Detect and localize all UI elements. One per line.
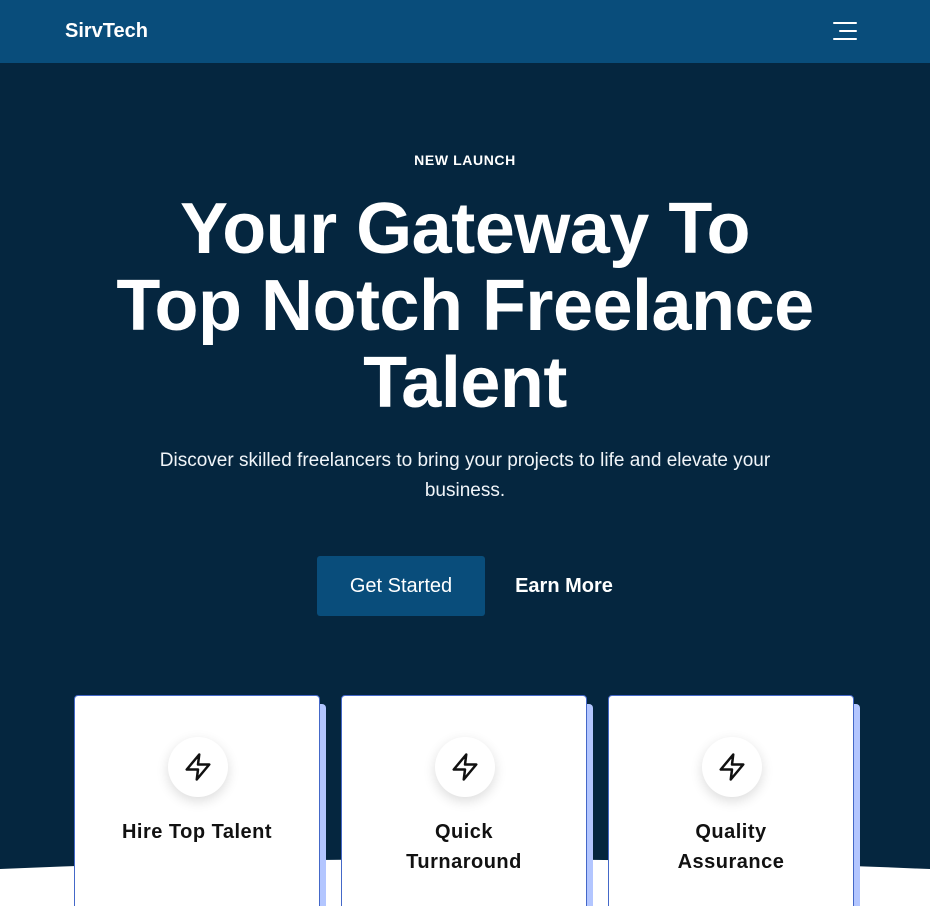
hero-subtext: Discover skilled freelancers to bring yo… bbox=[159, 450, 771, 501]
lightning-icon bbox=[452, 753, 478, 781]
lightning-icon bbox=[719, 753, 745, 781]
menu-icon bbox=[833, 22, 857, 40]
brand-logo[interactable]: SirvTech bbox=[65, 19, 148, 43]
hero-headline: Your Gateway To Top Notch Freelance Tale… bbox=[116, 189, 814, 423]
card-icon-badge bbox=[435, 737, 495, 797]
hero-section: NEW LAUNCH Your Gateway To Top Notch Fre… bbox=[0, 63, 930, 906]
launch-eyebrow: NEW LAUNCH bbox=[414, 152, 516, 168]
card-title: Hire Top Talent bbox=[121, 821, 273, 843]
feature-card-quick-turnaround[interactable]: Quick Turnaround bbox=[341, 695, 587, 906]
get-started-button[interactable]: Get Started bbox=[317, 556, 485, 616]
feature-card-quality-assurance[interactable]: Quality Assurance bbox=[608, 695, 854, 906]
card-title: Quick Turnaround bbox=[406, 821, 522, 873]
card-icon-badge bbox=[168, 737, 228, 797]
lightning-icon bbox=[185, 753, 211, 781]
card-title: Quality Assurance bbox=[677, 821, 785, 873]
top-navbar: SirvTech bbox=[0, 0, 930, 63]
earn-more-button[interactable]: Earn More bbox=[500, 556, 628, 616]
card-icon-badge bbox=[702, 737, 762, 797]
feature-card-hire-talent[interactable]: Hire Top Talent bbox=[74, 695, 320, 906]
menu-button[interactable] bbox=[830, 18, 860, 44]
